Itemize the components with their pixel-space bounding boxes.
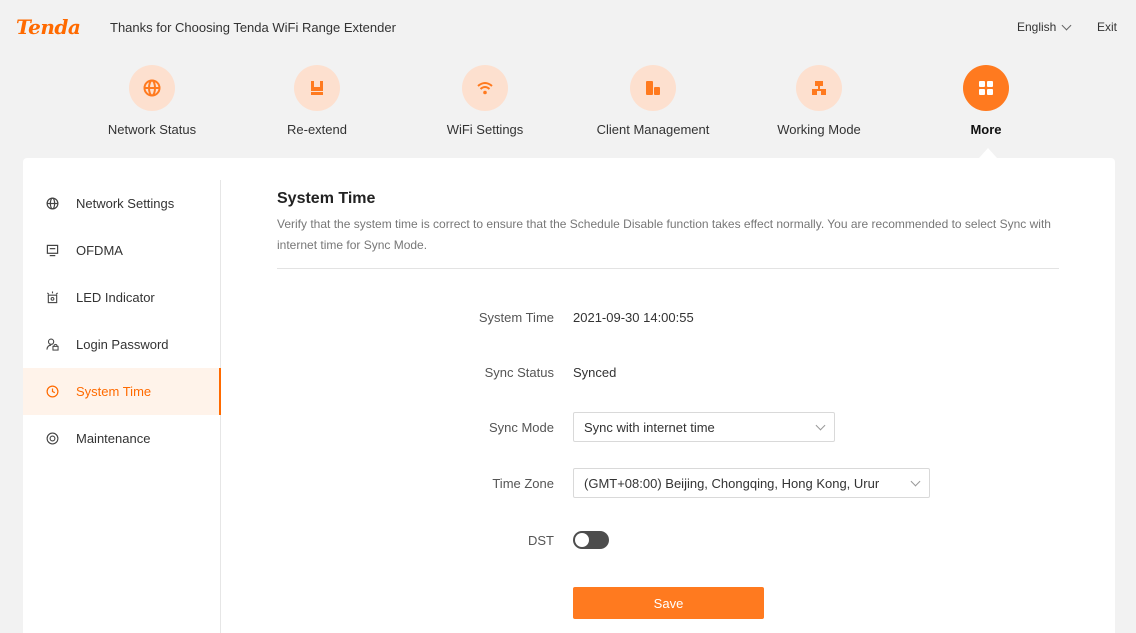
sync-status-value: Synced — [573, 364, 617, 380]
sidebar-item-led-indicator[interactable]: LED Indicator — [23, 274, 220, 321]
sidebar-item-label: Maintenance — [76, 431, 151, 446]
dst-toggle[interactable] — [573, 531, 609, 549]
sidebar-item-label: System Time — [76, 384, 152, 399]
settings-icon — [45, 432, 59, 446]
language-label: English — [1017, 20, 1057, 34]
save-button[interactable]: Save — [573, 587, 764, 619]
sync-mode-row: Sync Mode Sync with internet time — [277, 410, 1059, 444]
sidebar-item-ofdma[interactable]: OFDMA — [23, 227, 220, 274]
system-time-value: 2021-09-30 14:00:55 — [573, 309, 694, 325]
globe-icon — [143, 79, 161, 97]
plug-icon — [311, 81, 323, 95]
time-zone-row: Time Zone (GMT+08:00) Beijing, Chongqing… — [277, 466, 1059, 500]
toggle-knob — [575, 533, 589, 547]
chevron-down-icon — [1061, 20, 1072, 30]
monitor-icon — [45, 244, 59, 258]
system-time-label: System Time — [478, 309, 554, 325]
language-selector[interactable]: English — [1017, 20, 1072, 34]
page-description: Verify that the system time is correct t… — [277, 217, 1051, 252]
system-time-row: System Time 2021-09-30 14:00:55 — [277, 300, 1059, 334]
nav-label: Working Mode — [777, 122, 861, 137]
system-time-panel: System Time Verify that the system time … — [277, 190, 1059, 619]
nav-client-management[interactable]: Client Management — [573, 65, 733, 137]
chevron-down-icon — [910, 476, 921, 486]
sidebar-item-system-time[interactable]: System Time — [23, 368, 221, 415]
user-lock-icon — [45, 338, 59, 352]
nav-icon-circle — [796, 65, 842, 111]
sidebar: Network Settings OFDMA LED Indicator Log… — [23, 180, 221, 633]
page-title: System Time — [277, 190, 376, 207]
sync-status-label: Sync Status — [484, 364, 554, 380]
clock-icon — [45, 385, 59, 399]
top-bar: Tenda Thanks for Choosing Tenda WiFi Ran… — [0, 0, 1136, 52]
page: Tenda Thanks for Choosing Tenda WiFi Ran… — [0, 0, 1136, 633]
nav-network-status[interactable]: Network Status — [72, 65, 232, 137]
nav-label: Client Management — [596, 122, 710, 137]
nav-label: Network Status — [107, 122, 197, 137]
grid-icon — [979, 81, 993, 95]
tenda-logo: Tenda — [16, 15, 81, 39]
time-zone-label: Time Zone — [492, 475, 554, 491]
nav-label: WiFi Settings — [446, 122, 524, 137]
sidebar-item-label: OFDMA — [76, 243, 123, 258]
sidebar-item-network-settings[interactable]: Network Settings — [23, 180, 220, 227]
sidebar-item-label: Login Password — [76, 337, 169, 352]
sidebar-item-maintenance[interactable]: Maintenance — [23, 415, 220, 462]
nav-icon-circle — [129, 65, 175, 111]
devices-icon — [646, 81, 660, 95]
network-topology-icon — [812, 81, 826, 95]
sync-mode-select[interactable]: Sync with internet time — [573, 412, 835, 442]
nav-re-extend[interactable]: Re-extend — [237, 65, 397, 137]
nav-icon-circle — [294, 65, 340, 111]
sync-mode-value: Sync with internet time — [584, 419, 715, 435]
sync-mode-label: Sync Mode — [488, 419, 554, 435]
nav-label: Re-extend — [287, 122, 347, 137]
nav-wifi-settings[interactable]: WiFi Settings — [405, 65, 565, 137]
globe-icon — [45, 197, 59, 211]
divider — [277, 268, 1059, 269]
nav-label: More — [970, 122, 1002, 137]
chevron-down-icon — [815, 420, 826, 430]
sidebar-item-label: Network Settings — [76, 196, 175, 211]
nav-icon-circle — [630, 65, 676, 111]
sync-status-row: Sync Status Synced — [277, 355, 1059, 389]
sidebar-item-login-password[interactable]: Login Password — [23, 321, 220, 368]
nav-more[interactable]: More — [906, 65, 1066, 137]
welcome-text: Thanks for Choosing Tenda WiFi Range Ext… — [110, 20, 396, 35]
dst-label: DST — [528, 532, 554, 548]
time-zone-select[interactable]: (GMT+08:00) Beijing, Chongqing, Hong Kon… — [573, 468, 930, 498]
nav-active-pointer — [979, 148, 997, 158]
nav-icon-circle — [462, 65, 508, 111]
lamp-icon — [45, 291, 59, 305]
wifi-icon — [477, 82, 493, 95]
nav-working-mode[interactable]: Working Mode — [739, 65, 899, 137]
main-card: Network Settings OFDMA LED Indicator Log… — [23, 158, 1115, 633]
time-zone-value: (GMT+08:00) Beijing, Chongqing, Hong Kon… — [584, 475, 880, 491]
sidebar-item-label: LED Indicator — [76, 290, 155, 305]
exit-link[interactable]: Exit — [1097, 20, 1117, 34]
dst-row: DST — [277, 523, 1059, 557]
nav-icon-circle — [963, 65, 1009, 111]
